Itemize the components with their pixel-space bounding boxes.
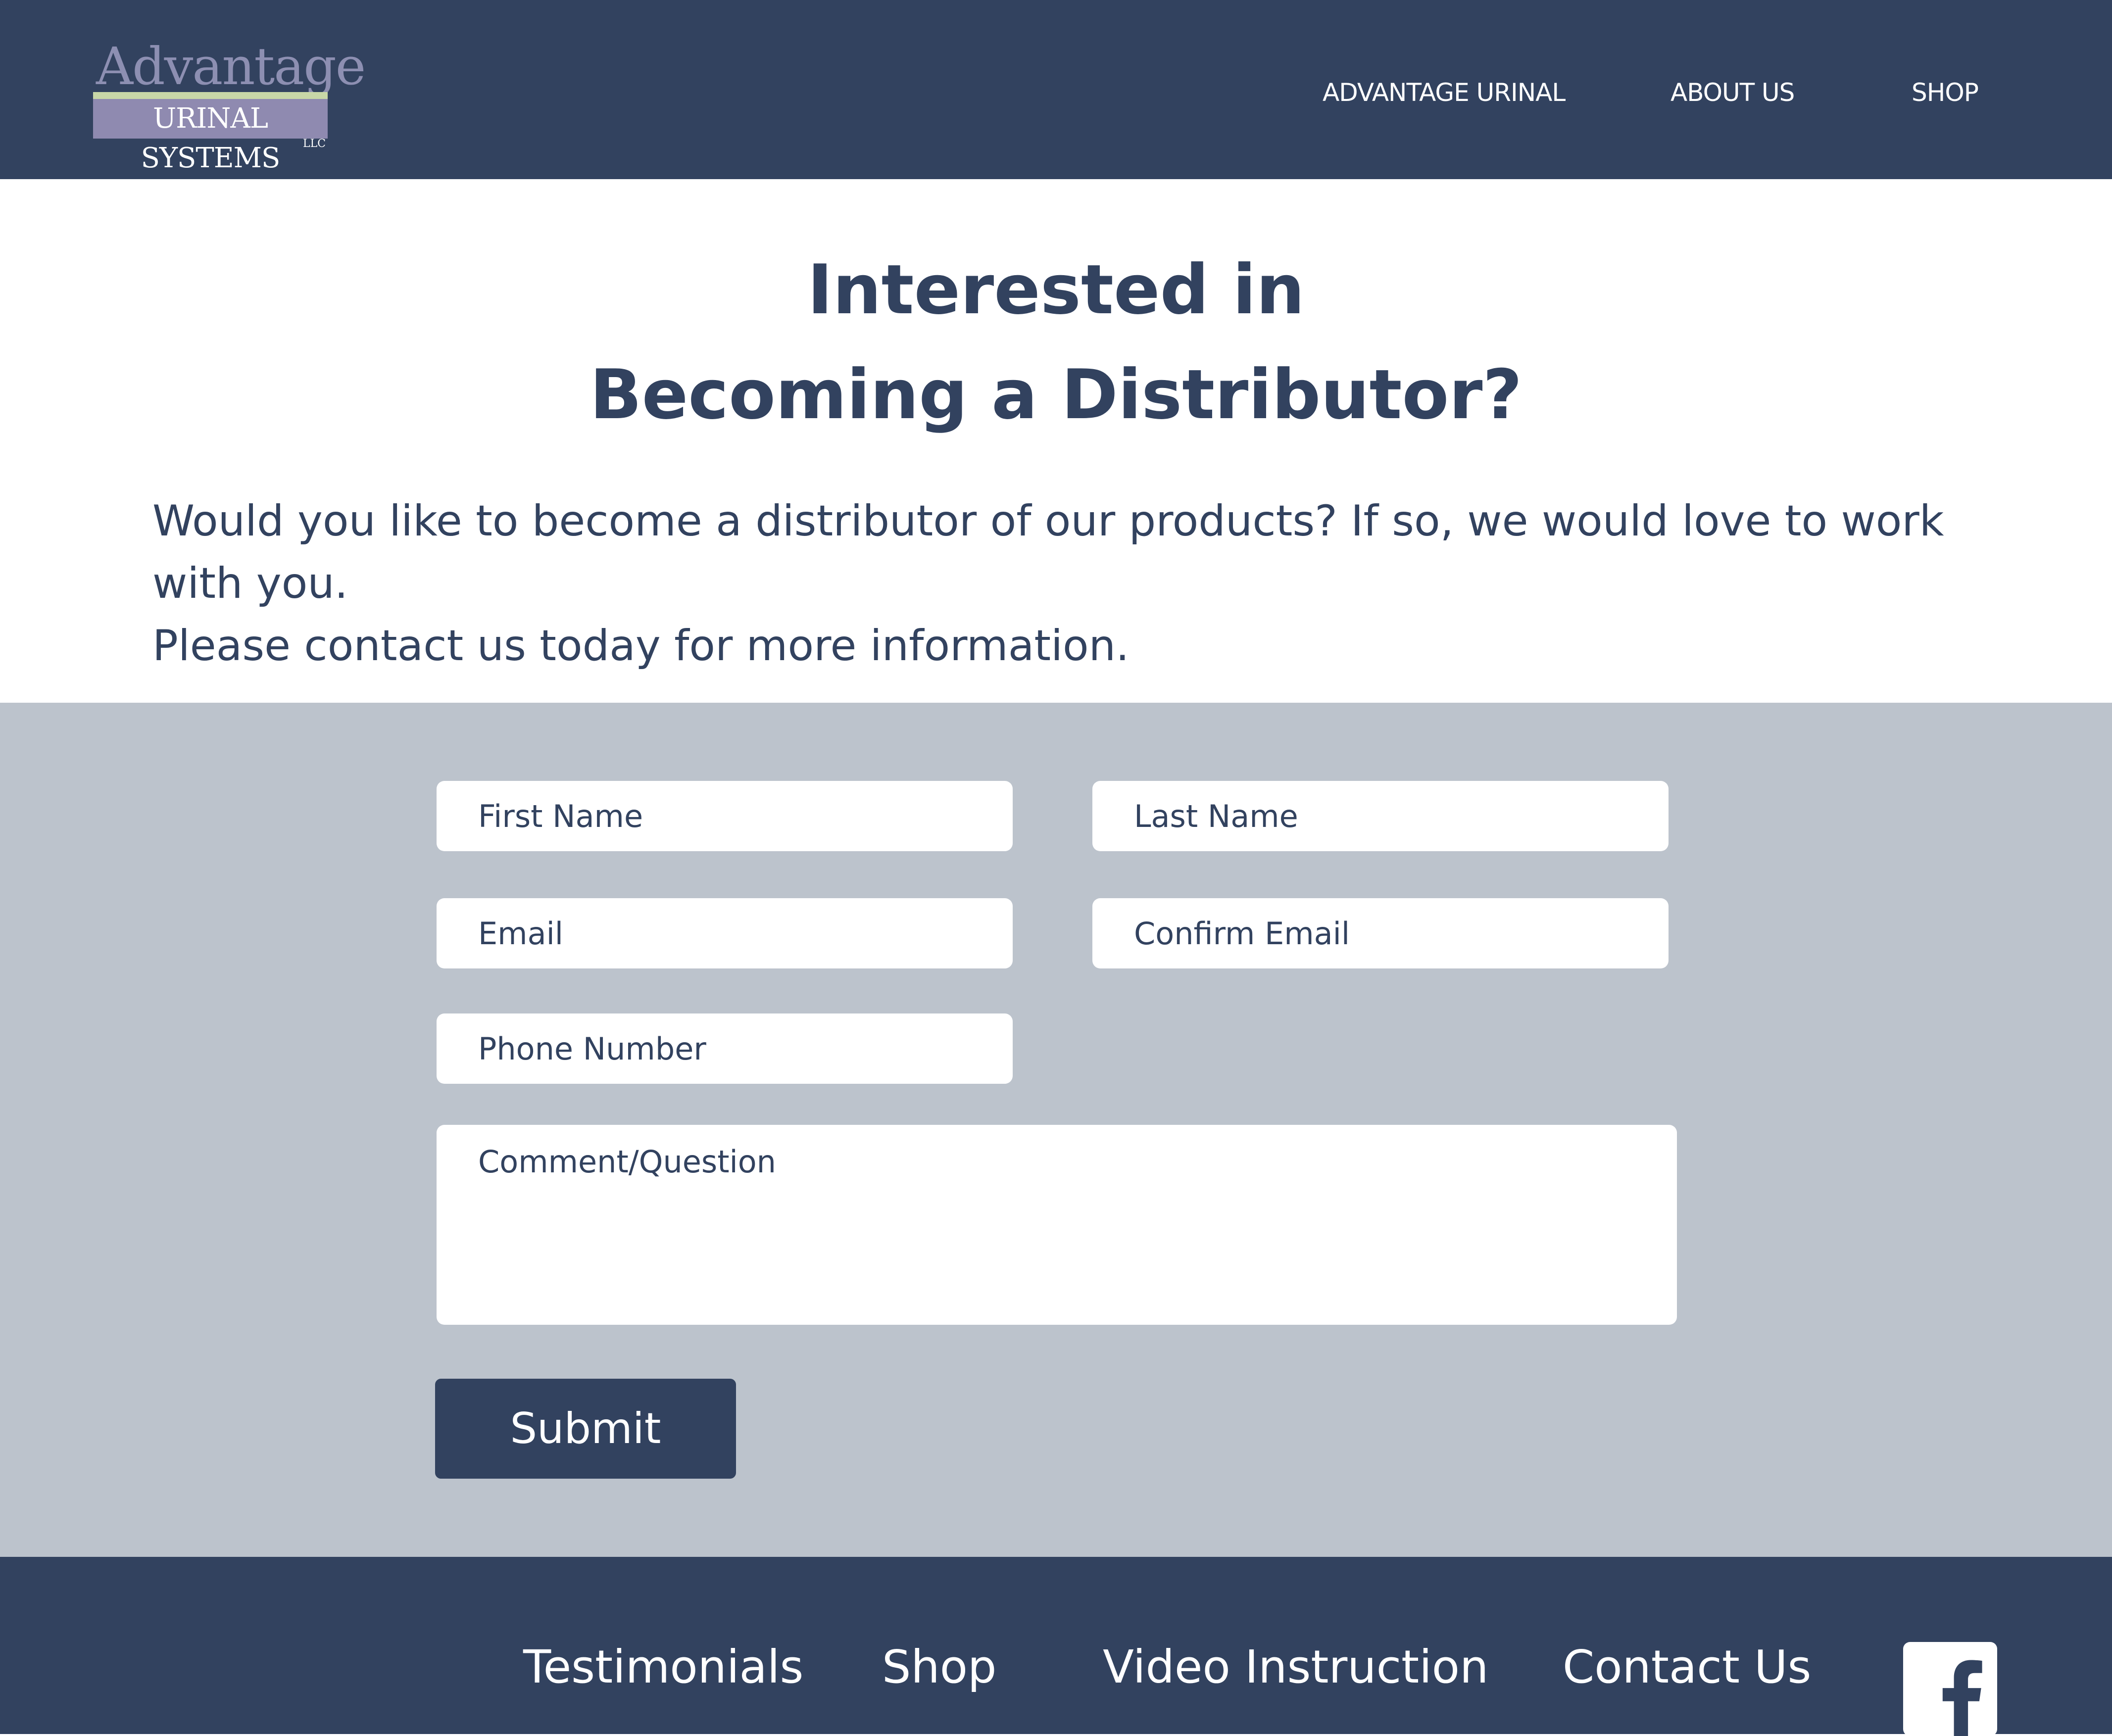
intro-line-2: Please contact us today for more informa… (152, 621, 1130, 671)
phone-number-input[interactable] (437, 1013, 1013, 1084)
page-title: Interested in Becoming a Distributor? (0, 238, 2112, 447)
facebook-icon[interactable] (1903, 1642, 1997, 1736)
company-logo[interactable]: Advantage URINAL SYSTEMS LLC (93, 41, 366, 174)
submit-button[interactable]: Submit (435, 1379, 736, 1479)
site-header: Advantage URINAL SYSTEMS LLC ADVANTAGE U… (0, 0, 2112, 179)
site-footer: Testimonials Shop Video Instruction Cont… (0, 1557, 2112, 1736)
footer-link-shop[interactable]: Shop (882, 1642, 996, 1692)
page-title-line-1: Interested in (807, 250, 1305, 330)
email-input[interactable] (437, 898, 1013, 968)
logo-wordmark: Advantage (96, 36, 366, 96)
nav-link-shop[interactable]: SHOP (1912, 78, 1979, 107)
distributor-form: Submit (0, 703, 2112, 1557)
last-name-input[interactable] (1092, 781, 1669, 851)
nav-link-about-us[interactable]: ABOUT US (1670, 78, 1795, 107)
logo-suffix: LLC (303, 138, 326, 150)
logo-stripe (93, 92, 328, 99)
intro-text: Would you like to become a distributor o… (152, 490, 1984, 677)
footer-link-testimonials[interactable]: Testimonials (523, 1642, 803, 1692)
intro-line-1: Would you like to become a distributor o… (152, 496, 1944, 608)
first-name-input[interactable] (437, 781, 1013, 851)
logo-subtitle: URINAL SYSTEMS (93, 99, 328, 174)
page-title-line-2: Becoming a Distributor? (589, 355, 1523, 434)
confirm-email-input[interactable] (1092, 898, 1669, 968)
comment-question-textarea[interactable] (437, 1125, 1677, 1325)
footer-link-video-instruction[interactable]: Video Instruction (1103, 1642, 1488, 1692)
footer-link-contact-us[interactable]: Contact Us (1563, 1642, 1811, 1692)
facebook-glyph (1942, 1660, 1982, 1736)
nav-link-advantage-urinal[interactable]: ADVANTAGE URINAL (1323, 78, 1566, 107)
